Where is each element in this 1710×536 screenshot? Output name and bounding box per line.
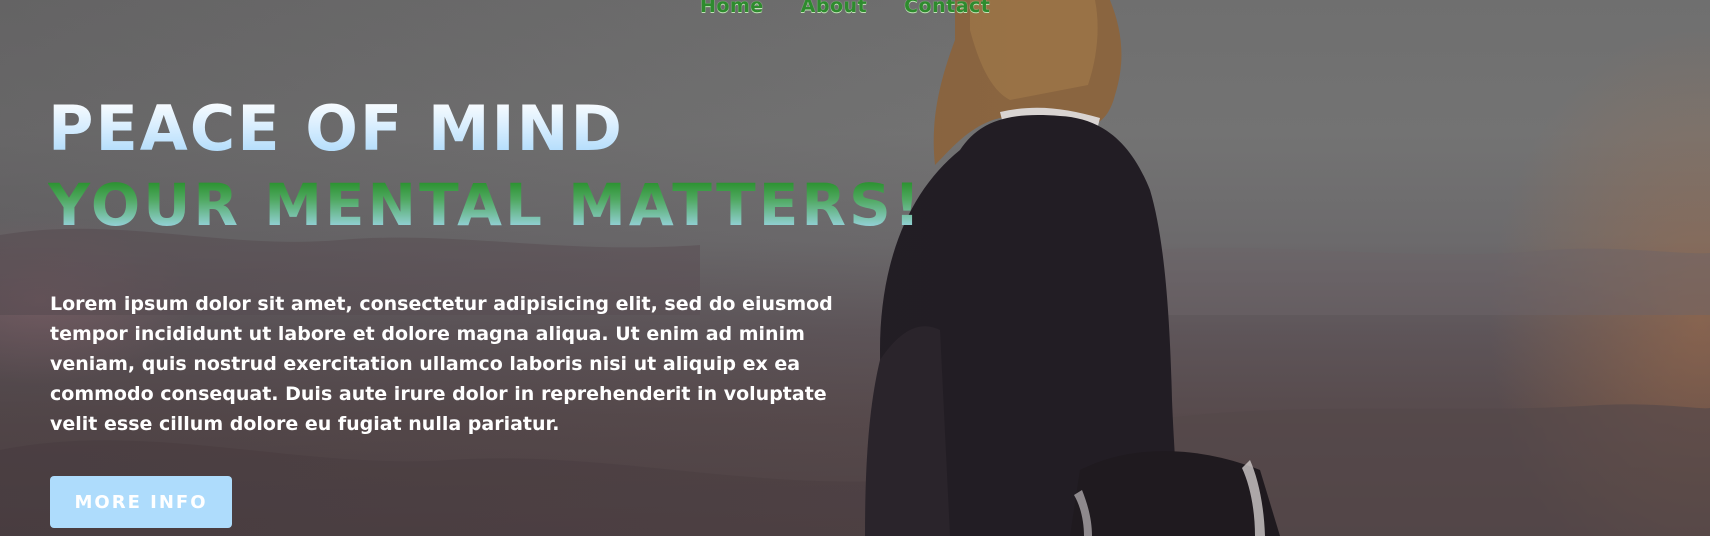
nav-link-contact[interactable]: Contact — [904, 0, 990, 17]
nav-link-about[interactable]: About — [801, 0, 867, 17]
more-info-button[interactable]: MORE INFO — [50, 476, 232, 528]
hero-title: PEACE OF MIND — [48, 92, 624, 165]
hero-section: Home About Contact PEACE OF MIND YOUR ME… — [0, 0, 1710, 536]
main-navigation: Home About Contact — [700, 0, 1027, 17]
nav-link-home[interactable]: Home — [700, 0, 764, 17]
hero-subtitle: YOUR MENTAL MATTERS! — [48, 171, 924, 239]
person-silhouette-image — [860, 0, 1280, 536]
hero-overlay — [0, 0, 1710, 536]
hero-description: Lorem ipsum dolor sit amet, consectetur … — [50, 293, 833, 435]
